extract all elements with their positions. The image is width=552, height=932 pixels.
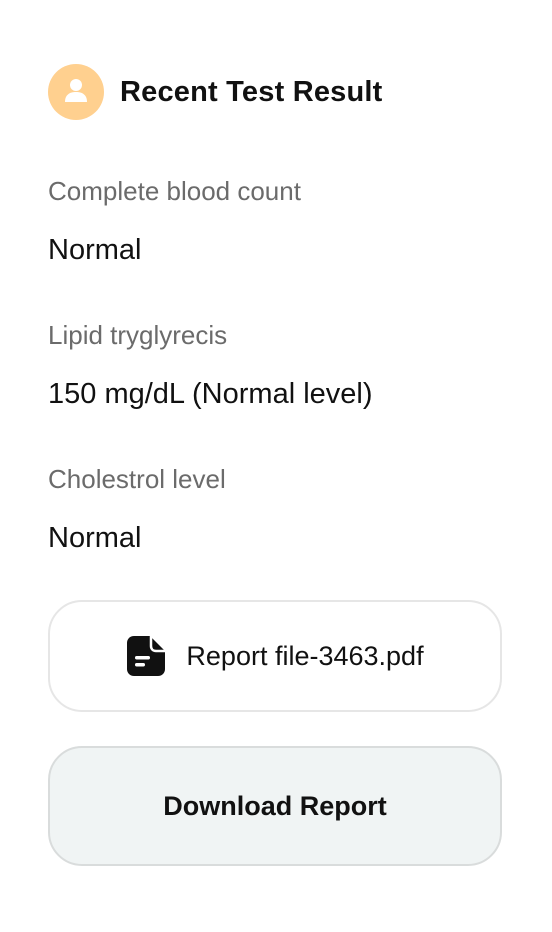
result-label-cholesterol: Cholestrol level [48,464,226,494]
user-icon [62,76,90,109]
result-value-blood-count: Normal [48,234,142,266]
download-report-button[interactable]: Download Report [48,746,502,866]
file-name: Report file-3463.pdf [186,640,424,671]
document-icon [126,635,166,677]
result-value-lipid: 150 mg/dL (Normal level) [48,378,373,410]
test-result-card: Recent Test Result Complete blood count … [0,0,552,932]
result-value-cholesterol: Normal [48,522,142,554]
page-title: Recent Test Result [120,75,383,108]
avatar [48,64,104,120]
result-label-lipid: Lipid tryglyrecis [48,320,228,350]
result-label-blood-count: Complete blood count [48,176,301,206]
header: Recent Test Result [48,64,383,120]
report-file-card[interactable]: Report file-3463.pdf [48,600,502,712]
download-report-label: Download Report [163,790,387,821]
